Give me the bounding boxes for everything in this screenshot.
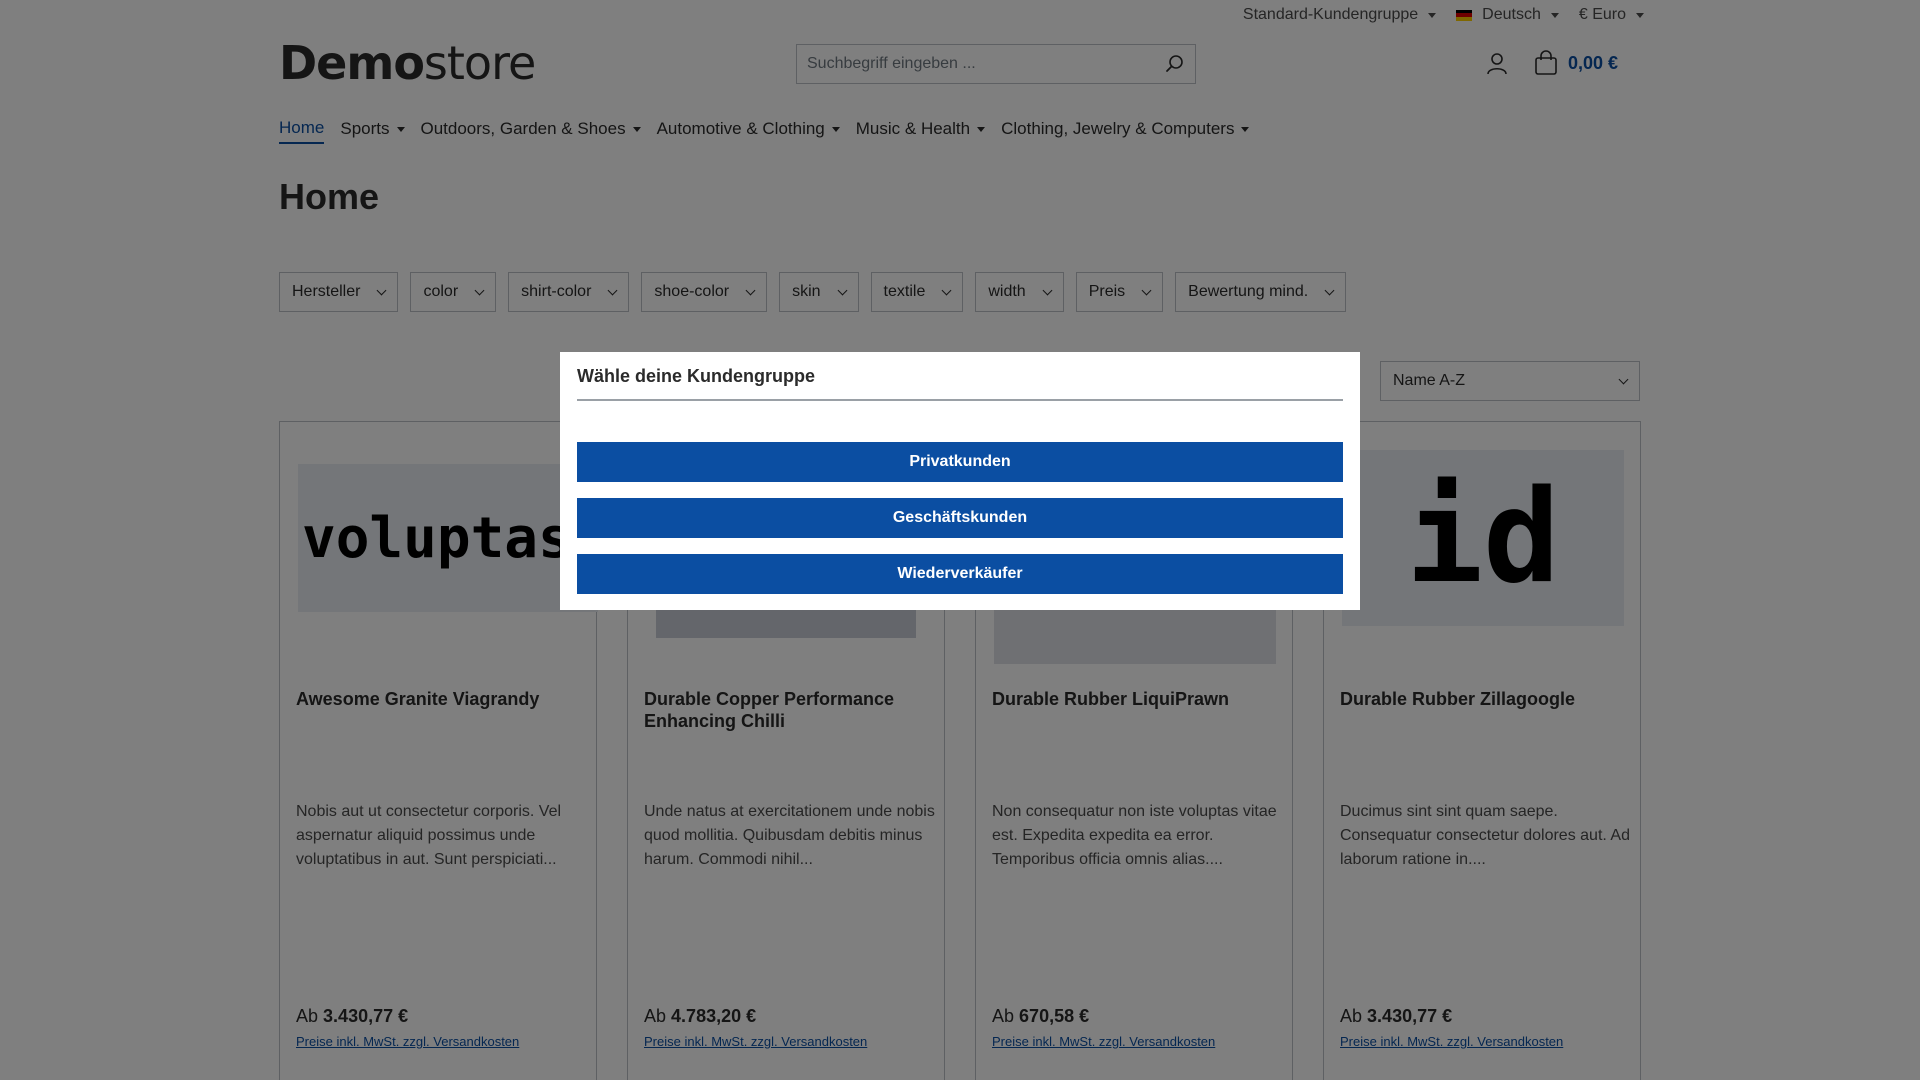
business-customers-button[interactable]: Geschäftskunden (577, 498, 1343, 538)
customer-group-modal: Wähle deine Kundengruppe Privatkunden Ge… (560, 352, 1360, 610)
resellers-button[interactable]: Wiederverkäufer (577, 554, 1343, 594)
private-customers-button[interactable]: Privatkunden (577, 442, 1343, 482)
modal-title: Wähle deine Kundengruppe (577, 366, 1343, 401)
page: Standard-Kundengruppe Deutsch € Euro Dem… (0, 0, 1920, 1080)
